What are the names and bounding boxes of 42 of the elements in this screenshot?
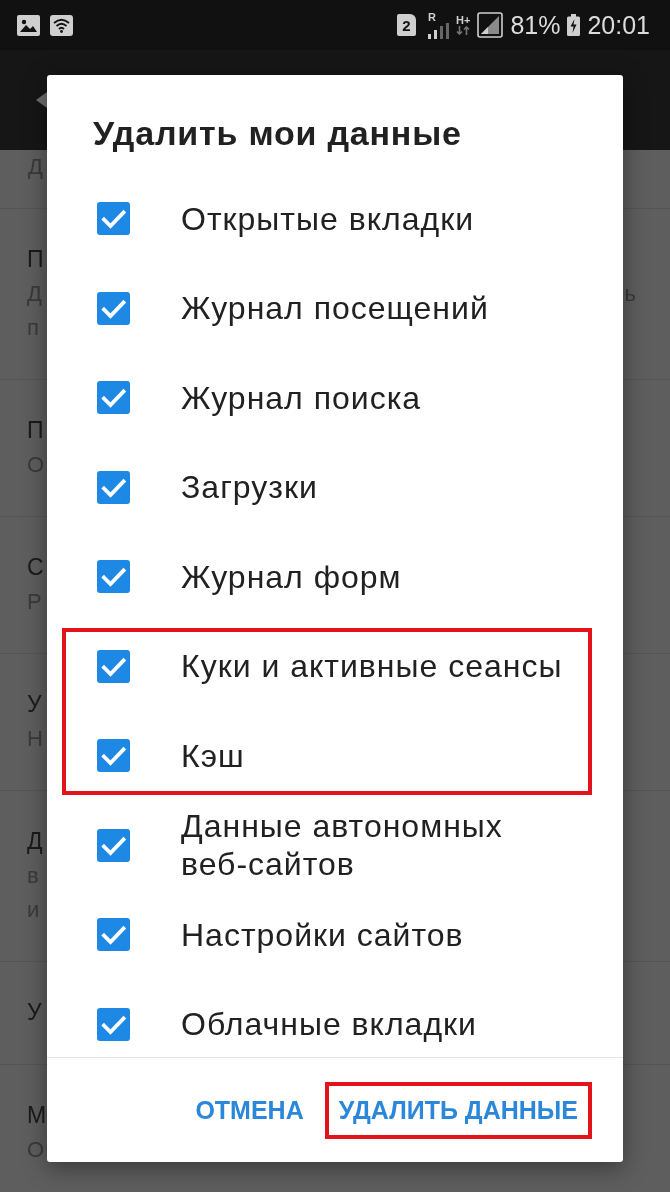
list-title-fragment: М — [27, 1101, 47, 1130]
wifi-icon — [50, 14, 73, 36]
option-label[interactable]: Куки и активные сеансы — [181, 647, 563, 686]
option-label[interactable]: Загрузки — [181, 468, 318, 507]
roaming-indicator: R — [428, 11, 436, 23]
list-title-fragment: С — [27, 553, 44, 582]
checkbox[interactable] — [97, 649, 130, 683]
list-title-fragment: У — [27, 690, 42, 719]
option-label[interactable]: Настройки сайтов — [181, 915, 464, 954]
data-arrows-icon — [456, 26, 470, 35]
sim-indicator: 2 — [397, 14, 416, 36]
option-label[interactable]: Данные автономных веб-сайтов — [181, 807, 573, 884]
signal-bars-icon — [428, 22, 449, 39]
option-label[interactable]: Облачные вкладки — [181, 1005, 477, 1044]
option-label[interactable]: Журнал форм — [181, 557, 402, 596]
checkbox[interactable] — [97, 560, 130, 594]
checkbox[interactable] — [97, 828, 130, 862]
list-title-fragment: П — [27, 416, 44, 445]
checkbox[interactable] — [97, 1007, 130, 1041]
checkbox[interactable] — [97, 470, 130, 504]
clock-time: 20:01 — [587, 10, 650, 40]
network-type: H+ — [456, 15, 471, 26]
confirm-button[interactable]: УДАЛИТЬ ДАННЫЕ — [324, 1081, 592, 1139]
checkbox[interactable] — [97, 202, 130, 236]
option-label[interactable]: Журнал поиска — [181, 378, 422, 417]
option-label[interactable]: Кэш — [181, 736, 245, 775]
checkbox[interactable] — [97, 918, 130, 952]
list-title-fragment: Д — [27, 827, 43, 856]
checkbox[interactable] — [97, 739, 130, 773]
list-title-fragment: П — [27, 245, 44, 274]
cancel-button[interactable]: ОТМЕНА — [181, 1081, 318, 1139]
list-title-fragment: У — [27, 998, 42, 1027]
image-icon — [17, 14, 40, 36]
back-arrow-icon[interactable] — [36, 92, 47, 108]
option-label[interactable]: Журнал посещений — [181, 289, 489, 328]
dialog-title: Удалить мои данные — [92, 113, 463, 153]
checkbox[interactable] — [97, 381, 130, 415]
checkbox[interactable] — [97, 291, 130, 325]
signal-icon — [477, 12, 504, 38]
battery-charging-icon — [567, 14, 581, 36]
battery-percent: 81% — [510, 10, 561, 40]
option-label[interactable]: Открытые вкладки — [181, 199, 475, 238]
